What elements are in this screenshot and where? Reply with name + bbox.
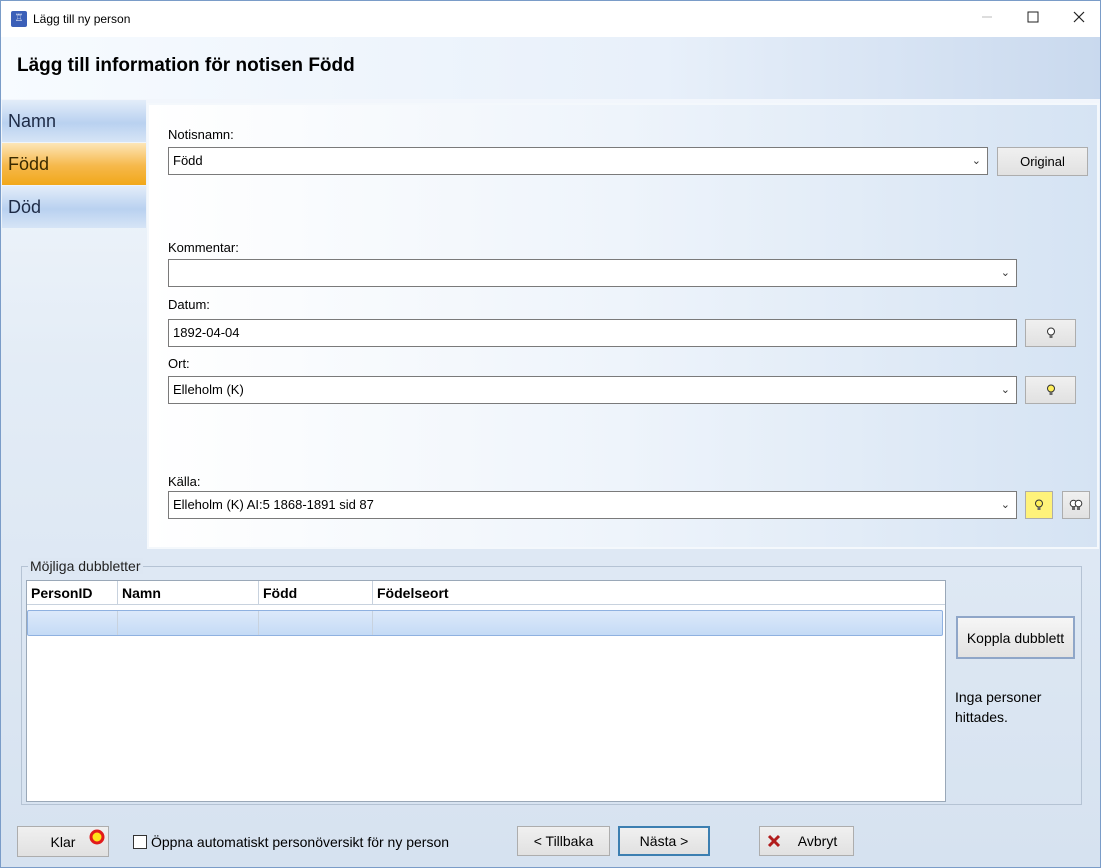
link-duplicate-button[interactable]: Koppla dubblett xyxy=(956,616,1075,659)
cell-divider xyxy=(117,611,118,635)
notisnamn-label: Notisnamn: xyxy=(168,127,234,142)
minimize-button[interactable] xyxy=(964,1,1010,33)
chevron-down-icon: ⌄ xyxy=(1000,384,1010,396)
datum-value: 1892-04-04 xyxy=(173,325,240,340)
kalla-hint-button[interactable] xyxy=(1025,491,1053,519)
column-header-personid[interactable]: PersonID xyxy=(27,581,118,605)
header-band: Lägg till information för notisen Född xyxy=(1,37,1100,99)
duplicates-group-title: Möjliga dubbletter xyxy=(28,558,143,574)
cell-divider xyxy=(372,611,373,635)
title-bar: ♖ Lägg till ny person xyxy=(1,1,1100,37)
chevron-down-icon: ⌄ xyxy=(971,155,981,167)
lightbulb-icon xyxy=(1035,499,1043,510)
kalla-select[interactable]: Elleholm (K) AI:5 1868-1891 sid 87 ⌄ xyxy=(168,491,1017,519)
cell-divider xyxy=(258,611,259,635)
duplicates-table[interactable]: PersonID Namn Född Födelseort xyxy=(26,580,946,802)
column-header-fodd[interactable]: Född xyxy=(259,581,373,605)
page-title: Lägg till information för notisen Född xyxy=(17,55,355,76)
maximize-button[interactable] xyxy=(1010,1,1056,33)
klar-button[interactable]: Klar xyxy=(17,826,109,857)
double-lightbulb-icon xyxy=(1069,499,1083,510)
auto-open-checkbox-label[interactable]: Öppna automatiskt personöversikt för ny … xyxy=(151,834,449,850)
maximize-icon xyxy=(1027,11,1039,23)
table-row[interactable] xyxy=(27,610,943,636)
original-button[interactable]: Original xyxy=(997,147,1088,176)
duplicates-status: Inga personer hittades. xyxy=(955,689,1042,725)
lightbulb-icon xyxy=(1046,384,1055,395)
notisnamn-select[interactable]: Född ⌄ xyxy=(168,147,988,175)
dialog-window: ♖ Lägg till ny person Lägg till informat… xyxy=(0,0,1101,868)
dialog-body: Lägg till information för notisen Född N… xyxy=(1,37,1100,867)
datum-input[interactable]: 1892-04-04 xyxy=(168,319,1017,347)
app-icon: ♖ xyxy=(11,11,27,27)
chevron-down-icon: ⌄ xyxy=(1000,499,1010,511)
kalla-multi-hint-button[interactable] xyxy=(1062,491,1090,519)
datum-hint-button[interactable] xyxy=(1025,319,1076,347)
close-button[interactable] xyxy=(1056,1,1100,33)
close-icon xyxy=(1073,11,1085,23)
lightbulb-icon xyxy=(1046,327,1055,338)
klar-label: Klar xyxy=(50,833,76,850)
column-header-fodelseort[interactable]: Födelseort xyxy=(373,581,943,605)
cancel-label: Avbryt xyxy=(797,833,838,849)
notisnamn-value: Född xyxy=(173,153,203,168)
auto-open-checkbox[interactable] xyxy=(133,835,147,849)
window-title: Lägg till ny person xyxy=(33,12,131,26)
datum-label: Datum: xyxy=(168,297,210,312)
kommentar-label: Kommentar: xyxy=(168,240,239,255)
chevron-down-icon: ⌄ xyxy=(1000,267,1010,279)
ready-status-icon xyxy=(89,829,105,845)
minimize-icon xyxy=(982,16,992,18)
cancel-button[interactable]: Avbryt xyxy=(759,826,854,856)
sidebar-item-namn[interactable]: Namn xyxy=(2,100,146,142)
table-header: PersonID Namn Född Födelseort xyxy=(27,581,945,605)
cancel-x-icon xyxy=(767,834,781,848)
ort-select[interactable]: Elleholm (K) ⌄ xyxy=(168,376,1017,404)
column-header-namn[interactable]: Namn xyxy=(118,581,259,605)
back-button[interactable]: < Tillbaka xyxy=(517,826,610,856)
kalla-label: Källa: xyxy=(168,474,201,489)
sidebar-item-fodd[interactable]: Född xyxy=(2,143,146,185)
kalla-value: Elleholm (K) AI:5 1868-1891 sid 87 xyxy=(173,497,374,512)
ort-hint-button[interactable] xyxy=(1025,376,1076,404)
possible-duplicates-group: Möjliga dubbletter PersonID Namn Född Fö… xyxy=(21,558,1082,805)
event-form-panel: Notisnamn: Född ⌄ Original Kommentar: ⌄ … xyxy=(147,103,1099,549)
kommentar-select[interactable]: ⌄ xyxy=(168,259,1017,287)
next-button[interactable]: Nästa > xyxy=(618,826,710,856)
sidebar-item-dod[interactable]: Död xyxy=(2,186,146,228)
ort-label: Ort: xyxy=(168,356,190,371)
ort-value: Elleholm (K) xyxy=(173,382,244,397)
